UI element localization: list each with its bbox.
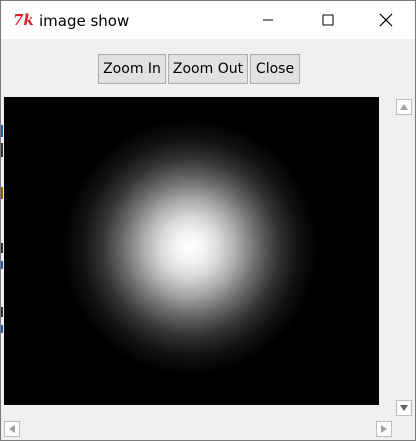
button-bar: Zoom In Zoom Out Close: [1, 39, 415, 97]
tk-feather-icon: 7k: [13, 11, 34, 29]
scroll-right-button[interactable]: [376, 421, 392, 437]
horizontal-scrollbar[interactable]: [3, 419, 393, 440]
zoom-out-button[interactable]: Zoom Out: [168, 54, 248, 84]
scroll-up-button[interactable]: [396, 99, 412, 115]
close-icon: [379, 13, 393, 27]
scroll-down-button[interactable]: [396, 400, 412, 416]
arrow-right-icon: [381, 425, 387, 433]
close-button[interactable]: Close: [250, 54, 300, 84]
title-bar[interactable]: 7k image show: [1, 1, 415, 39]
scroll-left-button[interactable]: [4, 421, 20, 437]
arrow-down-icon: [400, 405, 408, 411]
maximize-button[interactable]: [305, 1, 351, 39]
minimize-button[interactable]: [245, 1, 291, 39]
window-close-button[interactable]: [363, 1, 409, 39]
window-title: image show: [39, 12, 130, 30]
vertical-scrollbar[interactable]: [393, 97, 415, 419]
arrow-up-icon: [400, 104, 408, 110]
image-canvas[interactable]: [4, 97, 379, 405]
minimize-icon: [263, 19, 273, 21]
app-window: 7k image show Zoom In Zoom Out Close: [0, 0, 416, 441]
maximize-icon: [322, 14, 334, 26]
arrow-left-icon: [9, 425, 15, 433]
zoom-in-button[interactable]: Zoom In: [98, 54, 166, 84]
